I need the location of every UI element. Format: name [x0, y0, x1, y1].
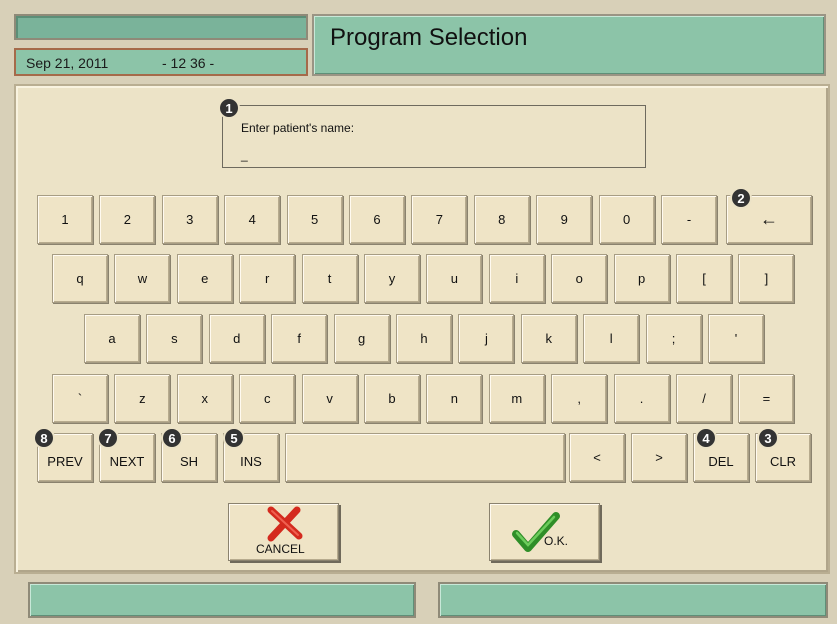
callout-badge-3: 3 — [757, 427, 779, 449]
status-bar-top — [14, 14, 308, 40]
date-text: Sep 21, 2011 — [26, 55, 109, 71]
key-row3-7[interactable]: k — [520, 314, 577, 363]
key-row4-8[interactable]: , — [551, 374, 608, 423]
ok-button[interactable]: O.K. — [489, 503, 600, 561]
key-row3-10[interactable]: ' — [708, 314, 764, 363]
callout-badge-1: 1 — [218, 97, 240, 119]
callout-badge-2: 2 — [730, 187, 752, 209]
key-row2-0[interactable]: q — [52, 254, 108, 303]
key-row4-1[interactable]: z — [114, 374, 171, 423]
key-row3-2[interactable]: d — [208, 314, 265, 363]
name-input-field[interactable]: Enter patient's name: _ — [222, 105, 646, 168]
cancel-x-icon — [267, 506, 303, 542]
key-row4-11[interactable]: = — [738, 374, 795, 423]
prompt-label: Enter patient's name: — [241, 121, 355, 135]
key-row2-2[interactable]: e — [176, 254, 233, 303]
cursor-left-key[interactable]: < — [569, 433, 625, 482]
key-row4-3[interactable]: c — [239, 374, 296, 423]
key-row3-8[interactable]: l — [583, 314, 640, 363]
key-row4-2[interactable]: x — [176, 374, 233, 423]
prev-label: PREV — [47, 454, 83, 469]
key-row4-4[interactable]: v — [301, 374, 358, 423]
key-row2-6[interactable]: u — [426, 254, 483, 303]
callout-badge-4: 4 — [695, 427, 717, 449]
callout-badge-5: 5 — [223, 427, 245, 449]
insert-label: INS — [240, 454, 262, 469]
key-row3-3[interactable]: f — [271, 314, 328, 363]
key-row1-1[interactable]: 2 — [99, 195, 156, 244]
key-row1-10[interactable]: - — [661, 195, 717, 244]
cancel-button[interactable]: CANCEL — [228, 503, 339, 561]
key-row2-11[interactable]: ] — [738, 254, 795, 303]
key-row3-5[interactable]: h — [396, 314, 452, 363]
key-row1-2[interactable]: 3 — [161, 195, 218, 244]
time-text: - 12 36 - — [162, 55, 215, 71]
key-row2-9[interactable]: p — [613, 254, 670, 303]
callout-badge-6: 6 — [161, 427, 183, 449]
key-row3-6[interactable]: j — [458, 314, 515, 363]
key-row1-5[interactable]: 6 — [349, 195, 405, 244]
bottom-right-bar — [438, 582, 828, 618]
key-row1-4[interactable]: 5 — [286, 195, 343, 244]
key-row2-10[interactable]: [ — [676, 254, 732, 303]
key-row1-7[interactable]: 8 — [473, 195, 530, 244]
key-row3-1[interactable]: s — [146, 314, 203, 363]
ok-label: O.K. — [544, 534, 569, 548]
key-row2-8[interactable]: o — [551, 254, 608, 303]
key-row2-5[interactable]: y — [364, 254, 420, 303]
prompt-value: _ — [241, 148, 248, 162]
key-row2-7[interactable]: i — [488, 254, 545, 303]
key-row1-6[interactable]: 7 — [411, 195, 468, 244]
cancel-label: CANCEL — [256, 542, 305, 556]
key-row1-3[interactable]: 4 — [224, 195, 281, 244]
title-bar: Program Selection — [312, 14, 826, 76]
key-row2-3[interactable]: r — [239, 254, 296, 303]
cursor-right-key[interactable]: > — [631, 433, 687, 482]
key-row3-0[interactable]: a — [84, 314, 140, 363]
callout-badge-7: 7 — [97, 427, 119, 449]
key-row2-4[interactable]: t — [301, 254, 358, 303]
key-row2-1[interactable]: w — [114, 254, 171, 303]
key-row4-0[interactable]: ` — [52, 374, 108, 423]
key-row4-7[interactable]: m — [488, 374, 545, 423]
key-row3-4[interactable]: g — [333, 314, 390, 363]
key-row1-0[interactable]: 1 — [37, 195, 93, 244]
key-row1-8[interactable]: 9 — [536, 195, 593, 244]
key-row4-10[interactable]: / — [676, 374, 732, 423]
space-key[interactable] — [285, 433, 565, 482]
key-row4-5[interactable]: b — [364, 374, 420, 423]
key-row1-9[interactable]: 0 — [598, 195, 655, 244]
shift-label: SH — [179, 454, 199, 469]
date-time-bar: Sep 21, 2011 - 12 36 - — [14, 48, 308, 76]
page-title: Program Selection — [330, 24, 528, 51]
key-row4-6[interactable]: n — [426, 374, 483, 423]
key-row4-9[interactable]: . — [613, 374, 670, 423]
bottom-left-bar — [28, 582, 416, 618]
clear-label: CLR — [769, 454, 796, 469]
next-label: NEXT — [109, 454, 145, 469]
callout-badge-8: 8 — [33, 427, 55, 449]
key-row3-9[interactable]: ; — [645, 314, 702, 363]
delete-label: DEL — [708, 454, 734, 469]
